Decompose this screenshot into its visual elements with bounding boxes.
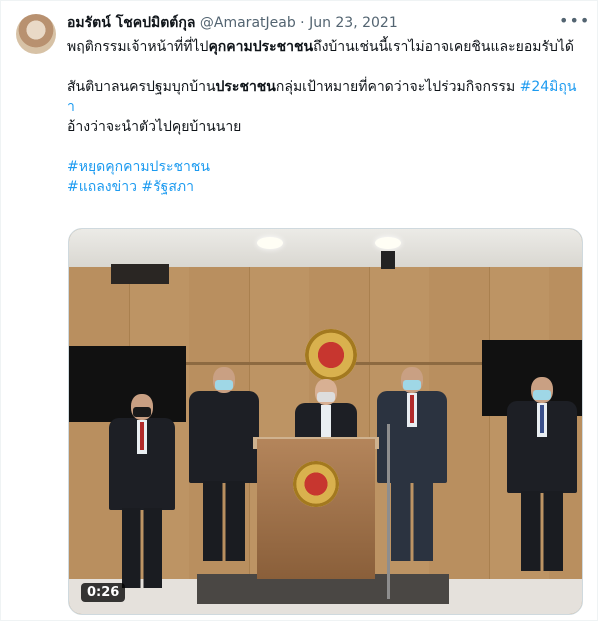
- ceiling-light: [257, 237, 283, 249]
- hashtag-link[interactable]: #รัฐสภา: [141, 179, 194, 195]
- highlight-text: ประชาชน: [215, 79, 276, 95]
- more-horizontal-icon[interactable]: •••: [559, 13, 589, 33]
- person-figure: [109, 394, 175, 594]
- tweet-line-1: พฤติกรรมเจ้าหน้าที่ที่ไปคุกคามประชาชนถึง…: [67, 37, 577, 57]
- tweet-line-2: สันติบาลนครปฐมบุกบ้านประชาชนกลุ่มเป้าหมา…: [67, 77, 577, 117]
- text-segment: สันติบาลนครปฐมบุกบ้าน: [67, 79, 216, 95]
- text-segment: พฤติกรรมเจ้าหน้าที่ที่ไป: [67, 39, 209, 55]
- highlight-text: คุกคามประชาชน: [208, 39, 314, 55]
- tweet-date[interactable]: Jun 23, 2021: [309, 15, 398, 31]
- video-duration: 0:26: [81, 583, 126, 602]
- text-segment: ถึงบ้านเช่นนี้เราไม่อาจเคยชินและยอมรับได…: [313, 39, 575, 55]
- ceiling-light: [375, 237, 401, 249]
- tweet-text: พฤติกรรมเจ้าหน้าที่ที่ไปคุกคามประชาชนถึง…: [67, 37, 577, 197]
- hashtag-link[interactable]: #แถลงข่าว: [67, 179, 137, 195]
- tweet-header: อมรัตน์ โชคปมิตต์กุล @AmaratJeab · Jun 2…: [67, 14, 398, 32]
- person-figure: [189, 367, 259, 567]
- wall-speaker: [111, 264, 169, 284]
- hashtag-link[interactable]: #หยุดคุกคามประชาชน: [67, 159, 210, 175]
- person-figure: [507, 377, 577, 577]
- tweet-line-3: อ้างว่าจะนำตัวไปคุยบ้านนาย: [67, 119, 242, 135]
- avatar[interactable]: [16, 14, 56, 54]
- tweet-card[interactable]: อมรัตน์ โชคปมิตต์กุล @AmaratJeab · Jun 2…: [0, 0, 598, 621]
- parliament-emblem: [305, 329, 357, 381]
- podium-emblem: [293, 461, 339, 507]
- author-handle[interactable]: @AmaratJeab: [200, 15, 296, 31]
- security-camera: [381, 251, 395, 269]
- scene-ceiling: [69, 229, 582, 267]
- author-name[interactable]: อมรัตน์ โชคปมิตต์กุล: [67, 15, 195, 31]
- text-segment: กลุ่มเป้าหมายที่คาดว่าจะไปร่วมกิจกรรม: [275, 79, 520, 95]
- microphone-stand: [387, 424, 390, 599]
- video-player[interactable]: 0:26: [68, 228, 583, 615]
- separator: ·: [300, 15, 305, 31]
- podium: [257, 439, 375, 579]
